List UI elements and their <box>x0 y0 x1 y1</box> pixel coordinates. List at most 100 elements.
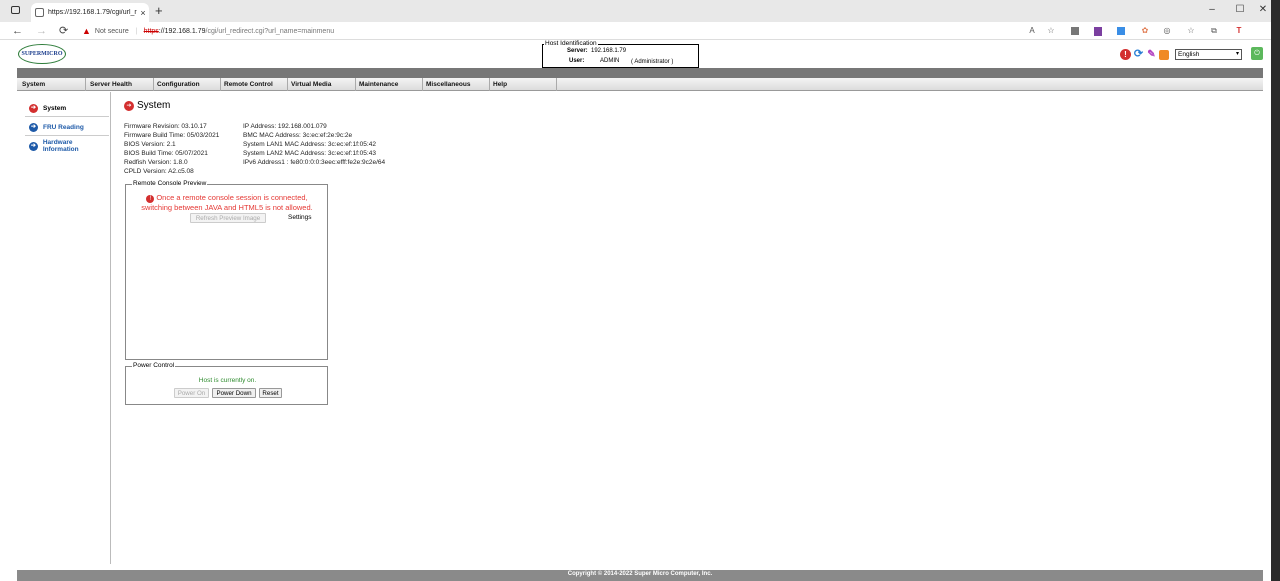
url-path: /cgi/url_redirect.cgi?url_name=mainmenu <box>205 27 335 35</box>
forward-icon[interactable]: → <box>36 23 47 39</box>
menu-remote-control[interactable]: Remote Control <box>221 78 288 91</box>
logo-text: SUPERMICRO <box>21 51 63 57</box>
palette-icon[interactable]: ✿ <box>1140 26 1150 36</box>
user-value: ADMIN <box>600 58 620 64</box>
onenote-icon[interactable] <box>1094 27 1102 36</box>
sidebar-item-fru-reading[interactable]: ➔ FRU Reading <box>25 120 109 136</box>
info-line: IPv6 Address1 : fe80:0:0:0:3eec:efff:fe2… <box>243 159 386 167</box>
favorites-icon[interactable]: ☆ <box>1186 26 1196 36</box>
warning-icon: ▲ <box>82 26 91 36</box>
wallet-icon[interactable] <box>1071 27 1079 35</box>
info-line: CPLD Version: A2.c5.08 <box>124 168 194 176</box>
close-tab-icon[interactable]: × <box>137 8 149 18</box>
settings-link[interactable]: Settings <box>288 214 312 221</box>
arrow-right-icon: ➔ <box>124 100 134 111</box>
error-icon: ! <box>146 195 155 203</box>
info-line: IP Address: 192.168.001.079 <box>243 123 327 130</box>
warning-line-2: switching between JAVA and HTML5 is not … <box>141 203 313 212</box>
language-select[interactable]: English ▾ <box>1175 49 1242 60</box>
browser-tab[interactable]: https://192.168.1.79/cgi/url_redi × <box>31 3 149 22</box>
sidebar: ➔ System ➔ FRU Reading ➔ Hardware Inform… <box>17 92 111 564</box>
url-scheme: https <box>143 27 159 35</box>
new-tab-icon[interactable]: + <box>155 4 163 18</box>
arrow-right-icon: ➔ <box>29 123 38 132</box>
menu-server-health[interactable]: Server Health <box>87 78 154 91</box>
supermicro-logo: SUPERMICRO <box>18 44 66 64</box>
warning-line-1: Once a remote console session is connect… <box>156 193 308 202</box>
sidebar-item-system[interactable]: ➔ System <box>25 101 109 117</box>
page-title: ➔ System <box>124 100 170 111</box>
address-bar[interactable]: ▲ Not secure | https ://192.168.1.79 /cg… <box>82 23 1042 39</box>
url-host: ://192.168.1.79 <box>158 27 206 35</box>
console-legend: Remote Console Preview <box>132 180 208 187</box>
minimize-icon[interactable]: – <box>1205 4 1219 15</box>
server-value: 192.168.1.79 <box>591 48 627 54</box>
tab-actions-icon[interactable] <box>11 6 20 14</box>
menu-configuration[interactable]: Configuration <box>154 78 221 91</box>
desktop-edge <box>1271 0 1280 581</box>
collections-icon[interactable]: ⧉ <box>1209 26 1219 36</box>
pen-icon[interactable]: T <box>1234 26 1244 36</box>
arrow-right-icon: ➔ <box>29 104 38 113</box>
menubar-strip <box>17 68 1263 78</box>
chevron-down-icon: ▾ <box>1235 51 1239 57</box>
extension-icon[interactable] <box>1117 27 1125 35</box>
host-id-legend: Host Identification <box>544 40 598 47</box>
sidebar-item-label: System <box>43 105 67 112</box>
server-label: Server: <box>567 48 588 54</box>
bmc-page: SUPERMICRO Host Identification Server: 1… <box>17 40 1263 581</box>
info-line: BIOS Version: 2.1 <box>124 141 176 149</box>
info-line: System LAN2 MAC Address: 3c:ec:ef:1f:05:… <box>243 150 376 158</box>
sidebar-item-hardware-information[interactable]: ➔ Hardware Information <box>25 138 109 154</box>
info-line: Redfish Version: 1.8.0 <box>124 159 188 167</box>
back-icon[interactable]: ← <box>12 23 23 39</box>
tab-strip: https://192.168.1.79/cgi/url_redi × + – … <box>0 0 1271 22</box>
power-control: Power Control Host is currently on. Powe… <box>125 362 328 405</box>
address-bar-row: ← → ⟳ ▲ Not secure | https ://192.168.1.… <box>0 22 1271 40</box>
menu-help[interactable]: Help <box>490 78 557 91</box>
favorite-add-icon[interactable]: ☆ <box>1046 26 1056 36</box>
info-line: Firmware Revision: 03.10.17 <box>124 123 207 130</box>
sidebar-item-label: Hardware Information <box>42 139 79 153</box>
network-info: IP Address: 192.168.001.079 BMC MAC Addr… <box>243 122 385 167</box>
language-value: English <box>1178 51 1200 58</box>
refresh-icon[interactable]: ⟳ <box>1133 49 1144 60</box>
console-warning: ! Once a remote console session is connec… <box>126 193 328 213</box>
power-down-button[interactable]: Power Down <box>212 388 256 398</box>
info-line: Firmware Build Time: 05/03/2021 <box>124 132 220 140</box>
menu-miscellaneous[interactable]: Miscellaneous <box>423 78 490 91</box>
maximize-icon[interactable]: ☐ <box>1233 4 1247 15</box>
menu-virtual-media[interactable]: Virtual Media <box>288 78 356 91</box>
logout-arrow-icon[interactable] <box>1159 49 1169 60</box>
browser-window: https://192.168.1.79/cgi/url_redi × + – … <box>0 0 1271 581</box>
power-status: Host is currently on. <box>198 377 257 384</box>
header-icons: ! ⟳ ✎ <box>1120 49 1169 60</box>
sidebar-item-label: FRU Reading <box>43 124 84 131</box>
remote-console-preview: Remote Console Preview ! Once a remote co… <box>125 180 328 360</box>
user-label: User: <box>569 58 585 64</box>
copilot-icon[interactable]: ◎ <box>1162 26 1172 36</box>
main-menu: System Server Health Configuration Remot… <box>17 78 1263 91</box>
user-role: ( Administrator ) <box>631 59 674 65</box>
menu-maintenance[interactable]: Maintenance <box>356 78 423 91</box>
refresh-preview-button[interactable]: Refresh Preview Image <box>190 213 266 223</box>
firmware-info: Firmware Revision: 03.10.17 Firmware Bui… <box>124 122 219 177</box>
power-logout-button[interactable]: ⏻ <box>1251 47 1263 60</box>
info-line: BIOS Build Time: 05/07/2021 <box>124 150 208 158</box>
main-content: ➔ System Firmware Revision: 03.10.17 Fir… <box>124 92 724 562</box>
info-line: System LAN1 MAC Address: 3c:ec:ef:1f:05:… <box>243 141 376 149</box>
reset-button[interactable]: Reset <box>259 388 282 398</box>
wand-icon[interactable]: ✎ <box>1146 49 1157 60</box>
address-separator: | <box>135 27 138 35</box>
power-on-button[interactable]: Power On <box>174 388 209 398</box>
not-secure-label[interactable]: Not secure <box>95 28 129 35</box>
reload-icon[interactable]: ⟳ <box>59 23 68 39</box>
arrow-right-icon: ➔ <box>29 141 38 151</box>
info-line: BMC MAC Address: 3c:ec:ef:2e:9c:2e <box>243 132 353 140</box>
alert-icon[interactable]: ! <box>1120 49 1131 60</box>
close-window-icon[interactable]: ✕ <box>1256 4 1270 15</box>
read-aloud-icon[interactable]: A <box>1027 26 1037 36</box>
footer: Copyright © 2014-2022 Super Micro Comput… <box>17 570 1263 581</box>
menu-system[interactable]: System <box>19 78 86 91</box>
power-legend: Power Control <box>132 362 176 369</box>
